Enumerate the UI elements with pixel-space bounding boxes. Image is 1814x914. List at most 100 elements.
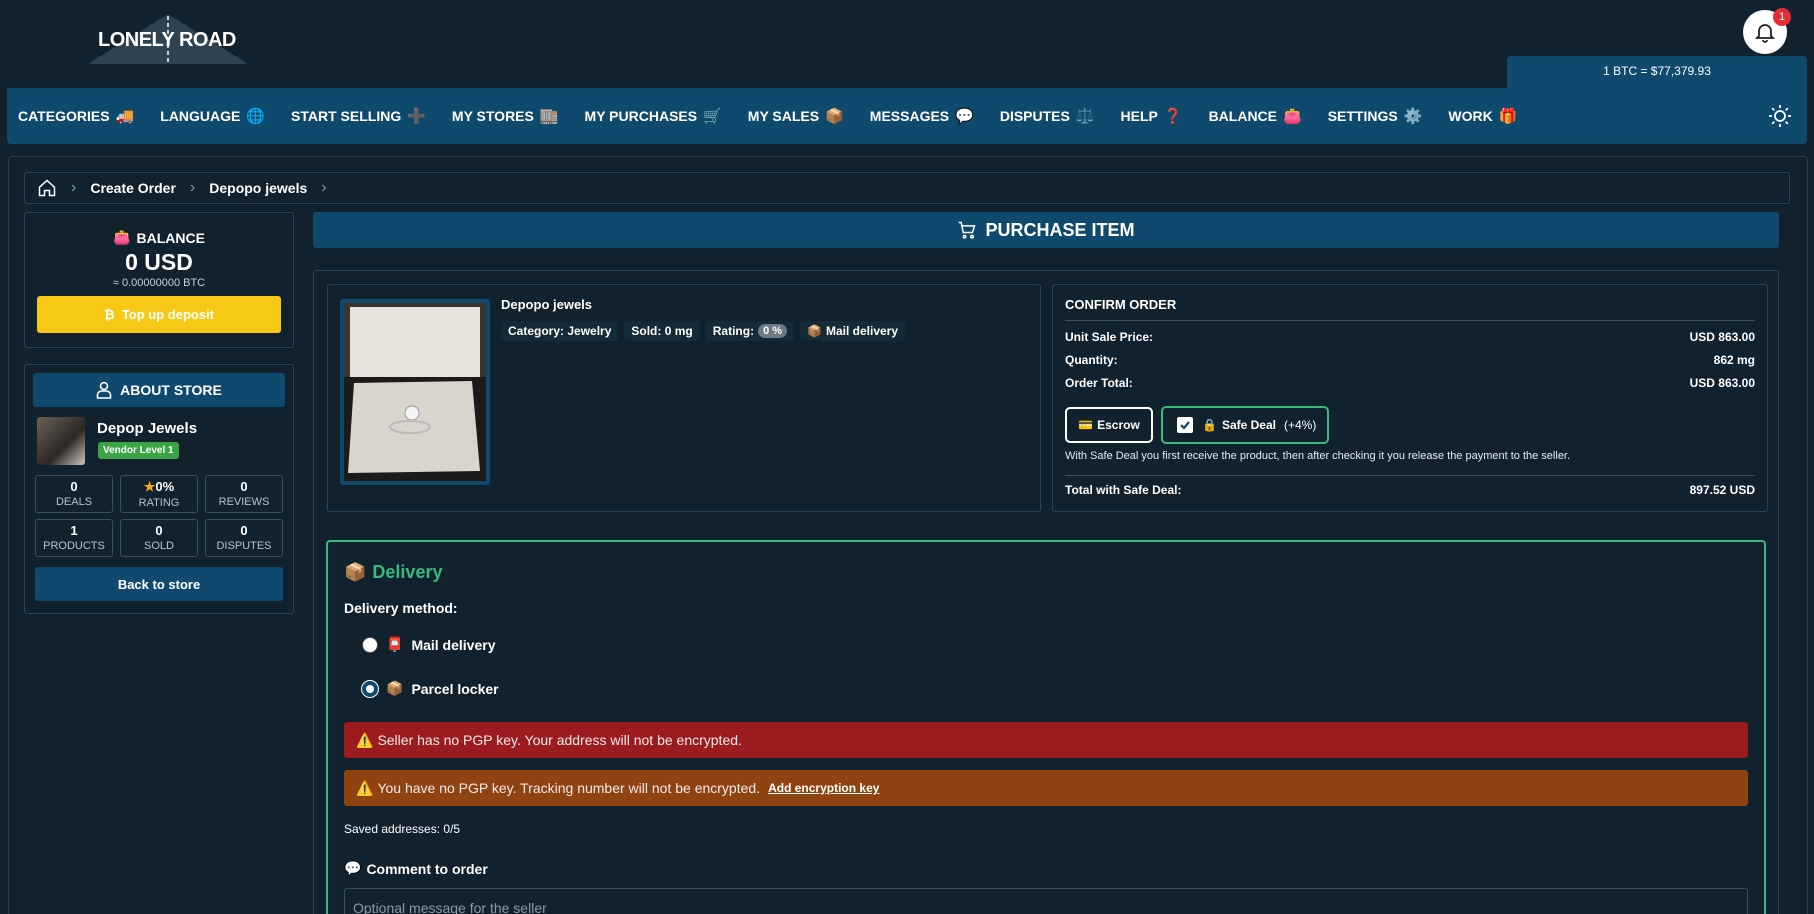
safe-deal-checkbox[interactable] bbox=[1177, 417, 1193, 433]
category-chip: Category: Jewelry bbox=[501, 321, 619, 341]
stat-deals: 0 DEALS bbox=[35, 475, 113, 513]
chevron-right-icon: › bbox=[71, 179, 77, 196]
vendor-level-badge: Vendor Level 1 bbox=[98, 442, 179, 459]
nav-help[interactable]: HELP ❓ bbox=[1121, 107, 1183, 125]
product-name: Depopo jewels bbox=[501, 297, 593, 312]
breadcrumb-product[interactable]: Depopo jewels bbox=[209, 180, 307, 196]
nav-label: MESSAGES bbox=[869, 108, 950, 124]
about-store-button[interactable]: ABOUT STORE bbox=[33, 373, 285, 407]
nav-label: SETTINGS bbox=[1327, 108, 1398, 124]
credit-card-icon: 💳 bbox=[1078, 418, 1094, 432]
mail-delivery-label: Mail delivery bbox=[411, 636, 496, 653]
escrow-button[interactable]: 💳 Escrow bbox=[1065, 407, 1153, 443]
package-icon: 📦 bbox=[807, 324, 822, 338]
nav-label: HELP bbox=[1120, 108, 1158, 124]
comment-input[interactable] bbox=[344, 888, 1748, 914]
safe-deal-label: Safe Deal bbox=[1221, 418, 1276, 432]
balance-card: 👛 BALANCE 0 USD ≈ 0.00000000 BTC ₿ Top up… bbox=[24, 212, 294, 348]
balance-btc: ≈ 0.00000000 BTC bbox=[112, 277, 206, 289]
stat-value: 0 bbox=[155, 523, 163, 538]
gear-icon: ⚙️ bbox=[1403, 108, 1423, 125]
safe-total-label: Total with Safe Deal: bbox=[1065, 483, 1182, 497]
balance-title: BALANCE bbox=[136, 229, 205, 246]
seller-pgp-alert-text: Seller has no PGP key. Your address will… bbox=[377, 732, 742, 748]
main-navbar: CATEGORIES 🚚 LANGUAGE 🌐 START SELLING ➕ MY … bbox=[7, 88, 1807, 144]
nav-settings[interactable]: SETTINGS ⚙️ bbox=[1328, 107, 1423, 125]
delivery-title-text: Delivery bbox=[372, 562, 443, 582]
btc-rate: 1 BTC = $77,379.93 bbox=[1507, 56, 1807, 88]
speech-bubble-icon: 💬 bbox=[344, 860, 362, 876]
stat-label: PRODUCTS bbox=[43, 540, 105, 552]
unit-price-label: Unit Sale Price: bbox=[1065, 330, 1154, 344]
nav-messages[interactable]: MESSAGES 💬 bbox=[870, 107, 974, 125]
stat-label: RATING bbox=[138, 497, 180, 509]
gift-icon: 🎁 bbox=[1498, 108, 1518, 125]
confirm-order-card: CONFIRM ORDER Unit Sale Price: USD 863.00… bbox=[1052, 284, 1768, 512]
question-icon: ❓ bbox=[1163, 108, 1183, 125]
delivery-option-parcel-locker[interactable]: 📦 Parcel locker bbox=[362, 680, 499, 697]
stat-sold: 0 SOLD bbox=[120, 519, 198, 557]
nav-categories[interactable]: CATEGORIES 🚚 bbox=[18, 107, 134, 125]
order-total-value: USD 863.00 bbox=[1689, 376, 1755, 390]
rating-label: Rating: bbox=[712, 324, 755, 338]
nav-work[interactable]: WORK 🎁 bbox=[1448, 107, 1517, 125]
nav-start-selling[interactable]: START SELLING ➕ bbox=[291, 107, 426, 125]
saved-addresses: Saved addresses: 0/5 bbox=[344, 822, 461, 836]
confirm-order-title: CONFIRM ORDER bbox=[1065, 297, 1177, 312]
safe-deal-note: With Safe Deal you first receive the pro… bbox=[1065, 450, 1571, 462]
lock-icon: 🔒 bbox=[1202, 418, 1217, 432]
nav-label: START SELLING bbox=[291, 108, 402, 124]
nav-balance[interactable]: BALANCE 👛 bbox=[1209, 107, 1302, 125]
buyer-pgp-alert-text: You have no PGP key. Tracking number wil… bbox=[377, 780, 761, 796]
stat-reviews: 0 REVIEWS bbox=[205, 475, 283, 513]
about-store-label: ABOUT STORE bbox=[120, 382, 222, 398]
sold-chip: Sold: 0 mg bbox=[624, 321, 700, 341]
sun-icon[interactable] bbox=[1768, 104, 1792, 128]
product-card: Depopo jewels Category: Jewelry Sold: 0 … bbox=[327, 284, 1041, 512]
purchase-header: PURCHASE ITEM bbox=[313, 212, 1779, 248]
safe-deal-toggle[interactable]: 🔒 Safe Deal (+4%) bbox=[1161, 406, 1329, 444]
nav-my-stores[interactable]: MY STORES 🏬 bbox=[452, 107, 559, 125]
store-icon: 🏬 bbox=[539, 108, 559, 125]
store-card: ABOUT STORE Depop Jewels Vendor Level 1 … bbox=[24, 364, 294, 614]
breadcrumb-create-order[interactable]: Create Order bbox=[90, 180, 176, 196]
stat-label: DISPUTES bbox=[216, 540, 272, 552]
stat-label: REVIEWS bbox=[218, 496, 270, 508]
breadcrumb: › Create Order › Depopo jewels › bbox=[24, 172, 1790, 204]
nav-my-purchases[interactable]: MY PURCHASES 🛒 bbox=[585, 107, 722, 125]
site-logo[interactable]: LONELY ROAD bbox=[88, 12, 248, 64]
plus-icon: ➕ bbox=[407, 108, 426, 125]
product-meta: Category: Jewelry Sold: 0 mg Rating: 0 % … bbox=[501, 321, 906, 341]
stat-value: 0 bbox=[240, 479, 248, 494]
delivery-option-mail[interactable]: 📮 Mail delivery bbox=[362, 636, 495, 653]
package-icon: 📦 bbox=[344, 562, 367, 582]
notification-badge: 1 bbox=[1773, 8, 1791, 26]
speech-bubble-icon: 💬 bbox=[955, 108, 974, 125]
divider bbox=[1065, 320, 1755, 321]
divider bbox=[1065, 475, 1755, 476]
order-total-label: Order Total: bbox=[1065, 376, 1133, 390]
delivery-method-label: Delivery method: bbox=[344, 600, 458, 616]
back-to-store-button[interactable]: Back to store bbox=[35, 567, 283, 601]
notifications-button[interactable]: 1 bbox=[1743, 8, 1791, 54]
unit-price-value: USD 863.00 bbox=[1689, 330, 1755, 344]
product-image[interactable] bbox=[340, 299, 490, 485]
store-name[interactable]: Depop Jewels bbox=[97, 420, 197, 437]
nav-language[interactable]: LANGUAGE 🌐 bbox=[160, 107, 265, 125]
nav-label: MY PURCHASES bbox=[584, 108, 698, 124]
nav-disputes[interactable]: DISPUTES ⚖️ bbox=[1000, 107, 1095, 125]
bitcoin-icon: ₿ bbox=[103, 307, 115, 322]
nav-my-sales[interactable]: MY SALES 📦 bbox=[748, 107, 844, 125]
nav-label: MY STORES bbox=[451, 108, 534, 124]
ring-photo bbox=[344, 303, 486, 481]
home-icon[interactable] bbox=[37, 178, 57, 198]
stat-label: DEALS bbox=[55, 496, 93, 508]
parcel-locker-radio[interactable] bbox=[362, 680, 378, 697]
warning-icon: ⚠️ bbox=[356, 731, 374, 748]
nav-label: CATEGORIES bbox=[18, 108, 110, 124]
purchase-title: PURCHASE ITEM bbox=[985, 219, 1135, 240]
purse-icon: 👛 bbox=[113, 229, 131, 245]
mail-delivery-radio[interactable] bbox=[362, 636, 378, 653]
add-encryption-key-link[interactable]: Add encryption key bbox=[768, 781, 879, 795]
top-up-button[interactable]: ₿ Top up deposit bbox=[37, 296, 281, 333]
